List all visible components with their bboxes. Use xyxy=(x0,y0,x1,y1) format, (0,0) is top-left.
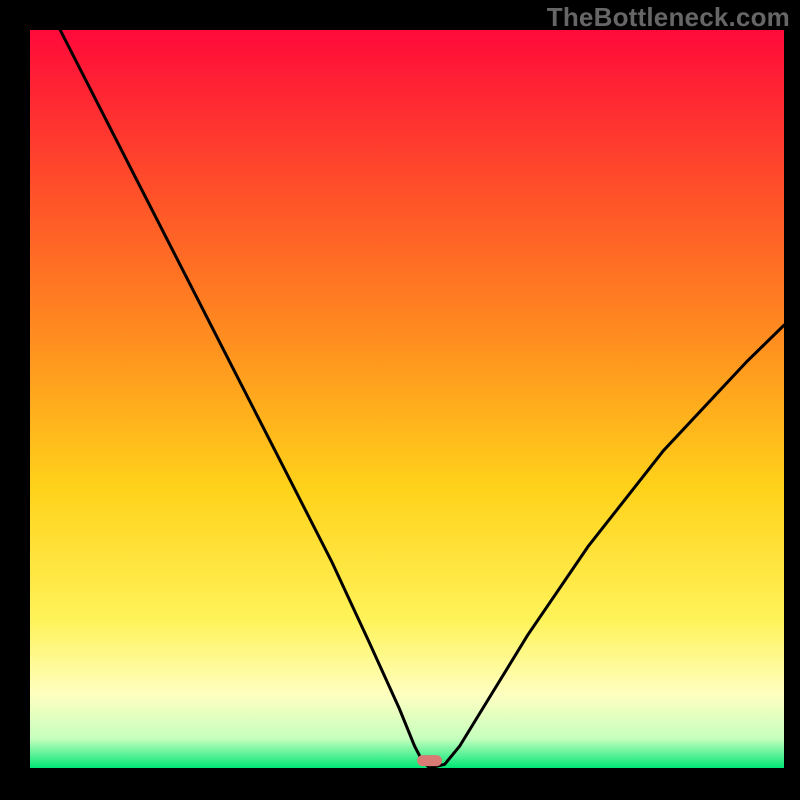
bottleneck-chart xyxy=(0,0,800,800)
chart-frame: TheBottleneck.com xyxy=(0,0,800,800)
optimum-marker xyxy=(418,756,442,766)
plot-background xyxy=(30,30,784,768)
watermark-text: TheBottleneck.com xyxy=(547,2,790,33)
